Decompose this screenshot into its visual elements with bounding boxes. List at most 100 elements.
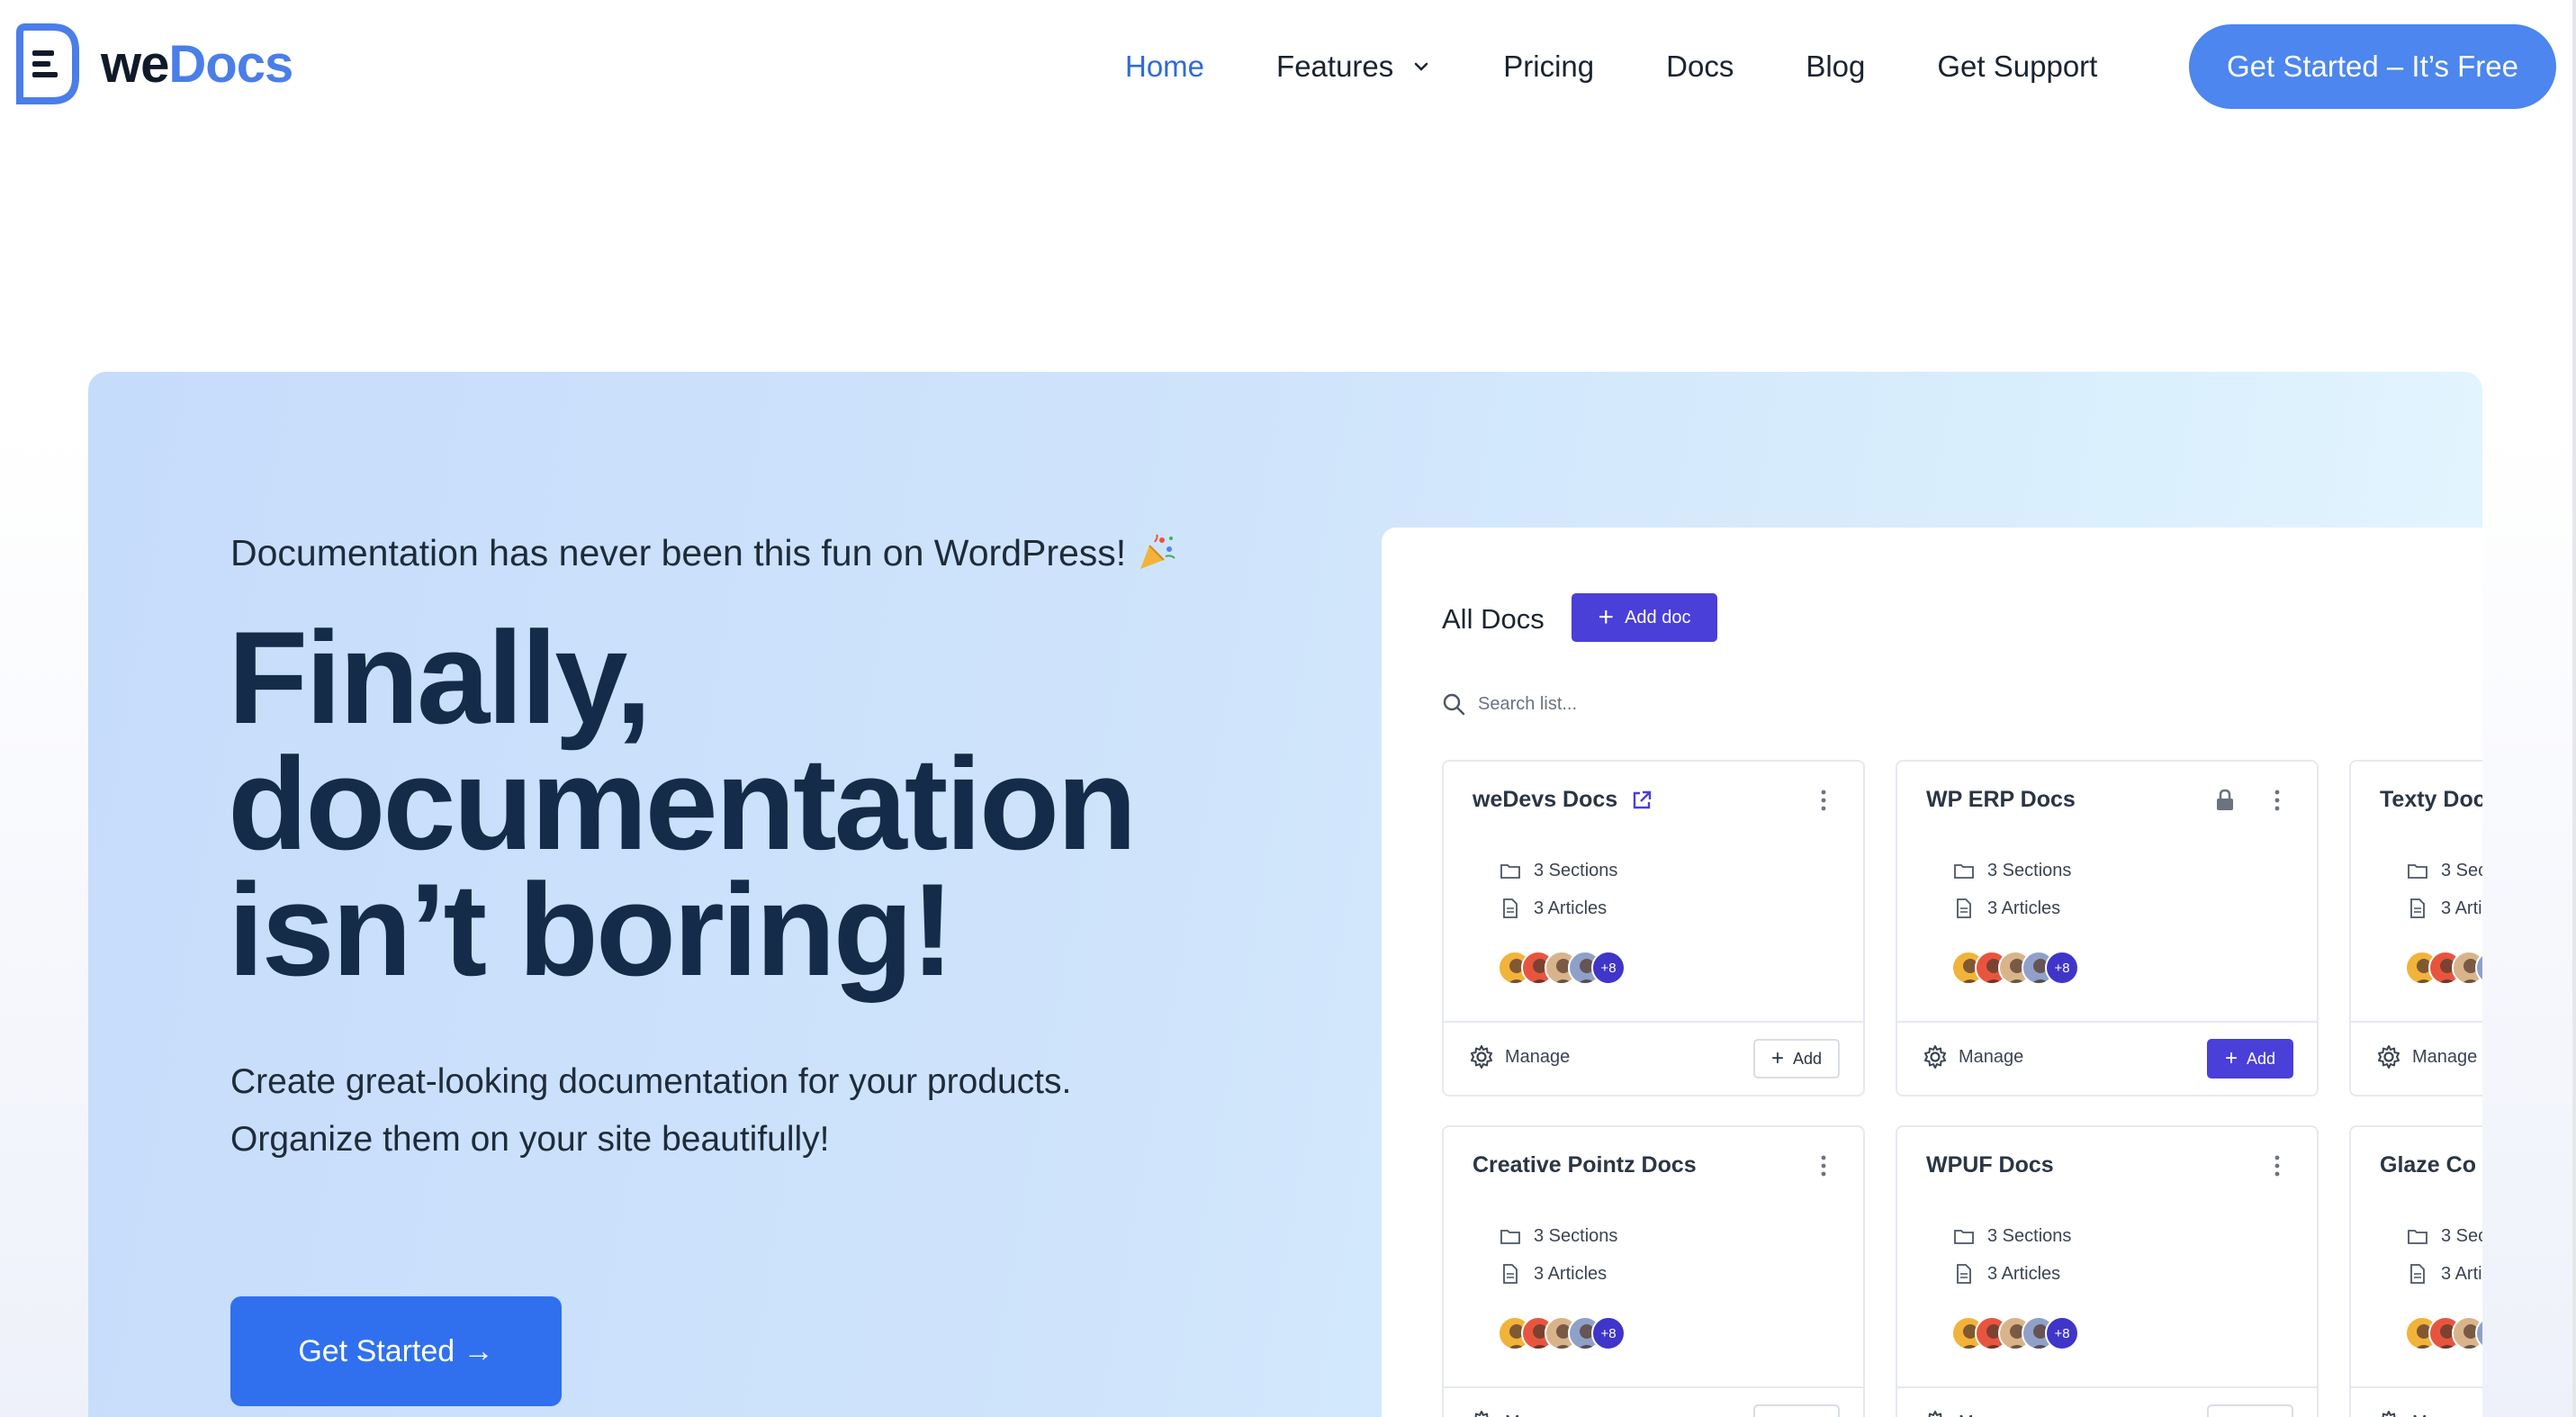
contributor-avatars: +8: [2405, 1316, 2482, 1350]
sections-label: 3 Sections: [1987, 860, 2072, 880]
hero-subtext: Create great-looking documentation for y…: [230, 1062, 1072, 1159]
manage-button[interactable]: Manage: [1469, 1410, 1570, 1417]
doc-card-footer: Manage+Add: [2351, 1386, 2482, 1417]
sections-count: 3 Sections: [2407, 1217, 2482, 1255]
articles-label: 3 Articles: [2441, 898, 2482, 918]
get-started-button[interactable]: Get Started →: [230, 1296, 562, 1406]
sections-count: 3 Sections: [1953, 1217, 2071, 1255]
doc-card-title[interactable]: Creative Pointz Docs: [1473, 1152, 1697, 1178]
doc-card-title[interactable]: WPUF Docs: [1926, 1152, 2054, 1178]
more-contributors-badge: +8: [1591, 1316, 1626, 1350]
articles-label: 3 Articles: [1534, 1263, 1608, 1284]
nav-blog[interactable]: Blog: [1806, 50, 1865, 84]
gear-icon: [1924, 1045, 1946, 1069]
sections-label: 3 Sections: [1534, 860, 1618, 880]
doc-card-title-text: WPUF Docs: [1926, 1152, 2054, 1178]
doc-card-meta: 3 Sections 3 Articles: [1500, 852, 1617, 927]
doc-card-title-text: Texty Docs: [2380, 787, 2482, 812]
nav-get-support[interactable]: Get Support: [1937, 50, 2097, 84]
more-options-icon[interactable]: [2274, 789, 2281, 812]
contributor-avatars: +8: [1951, 1316, 2079, 1350]
doc-card[interactable]: Glaze Co 3 Sections 3 Articles +8 Manage+Add: [2349, 1125, 2482, 1417]
contributor-avatars: +8: [2405, 951, 2482, 985]
sections-count: 3 Sections: [2407, 852, 2482, 889]
sections-count: 3 Sections: [1953, 852, 2071, 889]
plus-icon: +: [2225, 1413, 2238, 1417]
add-doc-button[interactable]: + Add doc: [1572, 593, 1717, 642]
doc-card-footer: Manage +Add: [1444, 1021, 1863, 1095]
document-icon: [2410, 898, 2425, 918]
nav-features[interactable]: Features: [1276, 50, 1431, 84]
hero-section: Documentation has never been this fun on…: [88, 372, 2482, 1417]
sections-count: 3 Sections: [1500, 1217, 1617, 1255]
doc-card-title-text: WP ERP Docs: [1926, 787, 2076, 812]
nav-pricing[interactable]: Pricing: [1503, 50, 1594, 84]
more-options-icon[interactable]: [1820, 789, 1827, 812]
manage-button[interactable]: Manage: [1923, 1410, 2023, 1417]
manage-label: Manage: [2412, 1412, 2477, 1417]
gear-icon: [2382, 1411, 2396, 1417]
articles-label: 3 Articles: [1987, 898, 2061, 918]
document-icon: [1957, 1264, 1971, 1284]
doc-card-title[interactable]: Texty Docs: [2380, 787, 2482, 813]
lock-icon: [2217, 789, 2233, 810]
articles-label: 3 Articles: [1987, 1263, 2061, 1284]
folder-icon: [2408, 1230, 2427, 1244]
doc-card[interactable]: Texty Docs 3 Sections 3 Articles +8 Manage+A…: [2349, 760, 2482, 1097]
search-icon: [1443, 693, 1465, 716]
gear-icon: [1928, 1411, 1942, 1417]
nav-home[interactable]: Home: [1125, 50, 1204, 84]
hero-headline: Finally, documentation isn’t boring!: [228, 612, 1218, 1003]
chevron-down-icon: [1415, 62, 1428, 71]
sections-label: 3 Sections: [1987, 1225, 2072, 1246]
doc-card[interactable]: Creative Pointz Docs 3 Sections 3 Articles…: [1442, 1125, 1865, 1417]
more-options-icon[interactable]: [1820, 1154, 1827, 1178]
add-button[interactable]: +Add: [1753, 1404, 1840, 1417]
articles-count: 3 Articles: [1953, 889, 2071, 927]
get-started-free-button[interactable]: Get Started – It’s Free: [2189, 24, 2556, 109]
all-docs-panel: All Docs + Add doc weDevs Docs 3 Sections…: [1382, 528, 2482, 1417]
manage-button[interactable]: Manage: [2376, 1044, 2477, 1070]
doc-card-meta: 3 Sections 3 Articles: [2407, 852, 2482, 927]
doc-card[interactable]: WP ERP Docs 3 Sections 3 Articles +8 Manage +…: [1896, 760, 2319, 1097]
plus-icon: +: [1771, 1413, 1784, 1417]
contributor-avatars: +8: [1951, 951, 2079, 985]
manage-button[interactable]: Manage: [2376, 1410, 2477, 1417]
wedocs-logo[interactable]: weDocs: [13, 23, 293, 104]
external-link-icon[interactable]: [1630, 789, 1653, 812]
sections-label: 3 Sections: [2441, 860, 2482, 880]
doc-card-title[interactable]: weDevs Docs: [1473, 787, 1653, 813]
hero-tagline-text: Documentation has never been this fun on…: [230, 532, 1127, 573]
plus-icon: +: [2224, 1046, 2238, 1070]
doc-card-title[interactable]: WP ERP Docs: [1926, 787, 2076, 813]
add-button[interactable]: +Add: [2207, 1039, 2293, 1079]
articles-count: 3 Articles: [1953, 1255, 2071, 1293]
doc-card[interactable]: weDevs Docs 3 Sections 3 Articles +8 Manage +…: [1442, 760, 1865, 1097]
manage-label: Manage: [1505, 1046, 1571, 1067]
document-icon: [2410, 1264, 2425, 1284]
document-icon: [1957, 898, 1971, 918]
add-button[interactable]: +Add: [1753, 1039, 1840, 1079]
articles-count: 3 Articles: [1500, 1255, 1617, 1293]
doc-card-title[interactable]: Glaze Co: [2380, 1152, 2476, 1178]
manage-label: Manage: [1505, 1412, 1570, 1417]
sections-count: 3 Sections: [1500, 852, 1617, 889]
manage-label: Manage: [2412, 1046, 2478, 1067]
plus-icon: +: [1770, 1046, 1784, 1070]
doc-card-meta: 3 Sections 3 Articles: [1953, 852, 2071, 927]
more-options-icon[interactable]: [2274, 1154, 2281, 1178]
nav-docs[interactable]: Docs: [1666, 50, 1734, 84]
hero-tagline: Documentation has never been this fun on…: [230, 532, 1176, 574]
document-icon: [1503, 898, 1518, 918]
more-contributors-badge: +8: [1591, 951, 1626, 985]
articles-label: 3 Articles: [2441, 1263, 2482, 1284]
doc-card-meta: 3 Sections 3 Articles: [1953, 1217, 2071, 1293]
add-button[interactable]: +Add: [2207, 1404, 2293, 1417]
headline-line-3: isn’t boring!: [228, 856, 954, 1003]
manage-button[interactable]: Manage: [1469, 1044, 1570, 1070]
doc-card[interactable]: WPUF Docs 3 Sections 3 Articles +8 Manage +Ad…: [1896, 1125, 2319, 1417]
folder-icon: [1954, 1230, 1974, 1244]
articles-count: 3 Articles: [2407, 1255, 2482, 1293]
manage-button[interactable]: Manage: [1923, 1044, 2023, 1070]
search-input[interactable]: [1478, 693, 1838, 715]
